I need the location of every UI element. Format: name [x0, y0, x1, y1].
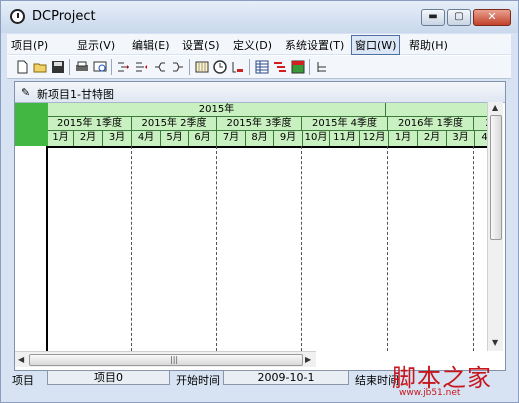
vertical-scrollbar[interactable]: ▲ ▼ — [487, 102, 503, 351]
close-button[interactable]: ✕ — [473, 9, 511, 26]
outdent-icon[interactable] — [135, 60, 149, 74]
toolbar — [7, 55, 511, 79]
minimize-icon: ▬ — [428, 11, 438, 22]
maximize-button[interactable]: ▢ — [447, 9, 471, 26]
status-project-label: 项目 — [12, 374, 34, 387]
print-icon[interactable] — [75, 60, 89, 74]
quarter-cell: 2015年 2季度 — [132, 117, 217, 130]
scroll-right-icon[interactable]: ▶ — [305, 355, 311, 364]
toolbar-separator — [69, 59, 70, 75]
quarter-cell: 2015年 3季度 — [217, 117, 302, 130]
resource-icon[interactable] — [291, 60, 305, 74]
month-cell: 1月 — [389, 131, 418, 146]
month-cell: 4月 — [132, 131, 161, 146]
title-bar[interactable]: DCProject ▬ ▢ ✕ — [1, 1, 518, 33]
toolbar-separator — [309, 59, 310, 75]
app-window: DCProject ▬ ▢ ✕ 项目(P) 显示(V) 编辑(E) 设置(S) … — [0, 0, 519, 403]
task-icon[interactable] — [231, 60, 245, 74]
menu-bar: 项目(P) 显示(V) 编辑(E) 设置(S) 定义(D) 系统设置(T) 窗口… — [7, 34, 511, 55]
status-start-label: 开始时间 — [176, 374, 220, 387]
horizontal-scrollbar[interactable]: ◀ ||| ▶ — [15, 351, 316, 367]
quarter-cell: 2015年 1季度 — [48, 117, 132, 130]
indent-icon[interactable] — [117, 60, 131, 74]
pencil-icon: ✎ — [21, 86, 31, 99]
menu-edit[interactable]: 编辑(E) — [132, 37, 170, 53]
quarter-cell: 2016年 1季度 — [388, 117, 474, 130]
month-cell: 6月 — [189, 131, 217, 146]
month-cell: 1月 — [48, 131, 74, 146]
print-preview-icon[interactable] — [93, 60, 107, 74]
app-clock-icon — [10, 9, 25, 24]
status-project-value: 项目0 — [47, 370, 170, 385]
quarter-header-row: 2015年 1季度 2015年 2季度 2015年 3季度 2015年 4季度 2016… — [48, 117, 487, 131]
gantt-chart[interactable]: 2015年 2015年 1季度 2015年 2季度 2015年 3季度 2015年 4… — [15, 103, 487, 351]
menu-view[interactable]: 显示(V) — [77, 37, 115, 53]
quarter-gridline — [301, 146, 302, 351]
minimize-button[interactable]: ▬ — [421, 9, 445, 26]
menu-define[interactable]: 定义(D) — [233, 37, 272, 53]
menu-help[interactable]: 帮助(H) — [409, 37, 448, 53]
menu-project[interactable]: 项目(P) — [11, 37, 48, 53]
save-icon[interactable] — [51, 60, 65, 74]
month-cell: 8月 — [246, 131, 274, 146]
toolbar-separator — [249, 59, 250, 75]
menu-system-settings[interactable]: 系统设置(T) — [285, 37, 344, 53]
month-cell: 10月 — [303, 131, 330, 146]
vertical-scroll-thumb[interactable] — [490, 115, 502, 240]
year-header-row: 2015年 — [48, 103, 487, 117]
year-cell: 2015年 — [48, 103, 386, 116]
scroll-left-icon[interactable]: ◀ — [18, 355, 24, 364]
close-icon: ✕ — [487, 10, 497, 23]
month-cell: 11月 — [330, 131, 360, 146]
quarter-cell: 2 — [474, 117, 487, 130]
toolbar-separator — [189, 59, 190, 75]
link-icon[interactable] — [153, 60, 167, 74]
maximize-icon: ▢ — [454, 11, 464, 22]
scroll-down-icon[interactable]: ▼ — [492, 338, 498, 347]
month-cell: 4 — [475, 131, 487, 146]
month-cell: 5月 — [161, 131, 189, 146]
month-cell: 7月 — [217, 131, 246, 146]
new-doc-icon[interactable] — [15, 60, 29, 74]
milestone-icon[interactable] — [315, 60, 329, 74]
watermark-url: www.jb51.net — [399, 388, 461, 398]
task-name-column — [15, 146, 48, 351]
menu-settings[interactable]: 设置(S) — [182, 37, 220, 53]
menu-window[interactable]: 窗口(W) — [351, 35, 401, 55]
table-icon[interactable] — [255, 60, 269, 74]
window-title: DCProject — [32, 9, 96, 24]
quarter-gridline — [387, 146, 388, 351]
quarter-gridline — [473, 146, 474, 351]
calendar-icon[interactable] — [195, 60, 209, 74]
open-folder-icon[interactable] — [33, 60, 47, 74]
month-cell: 3月 — [103, 131, 132, 146]
document-title: 新项目1-甘特图 — [37, 88, 114, 101]
grip-icon: ||| — [170, 355, 179, 364]
unlink-icon[interactable] — [171, 60, 185, 74]
gantt-header-corner — [15, 103, 48, 146]
quarter-gridline — [216, 146, 217, 351]
month-cell: 3月 — [447, 131, 475, 146]
month-cell: 2月 — [418, 131, 447, 146]
document-title-bar[interactable]: ✎ 新项目1-甘特图 — [15, 82, 505, 103]
month-header-row: 1月2月3月4月5月6月7月8月9月10月11月12月1月2月3月4 — [48, 131, 487, 148]
clock-icon[interactable] — [213, 60, 227, 74]
scroll-up-icon[interactable]: ▲ — [492, 103, 498, 112]
year-cell — [386, 103, 487, 116]
month-cell: 12月 — [360, 131, 389, 146]
month-cell: 2月 — [74, 131, 103, 146]
status-start-value: 2009-10-1 — [223, 370, 349, 385]
quarter-cell: 2015年 4季度 — [302, 117, 388, 130]
toolbar-separator — [111, 59, 112, 75]
horizontal-scroll-thumb[interactable]: ||| — [29, 354, 303, 366]
quarter-gridline — [131, 146, 132, 351]
gantt-icon[interactable] — [273, 60, 287, 74]
month-cell: 9月 — [274, 131, 303, 146]
